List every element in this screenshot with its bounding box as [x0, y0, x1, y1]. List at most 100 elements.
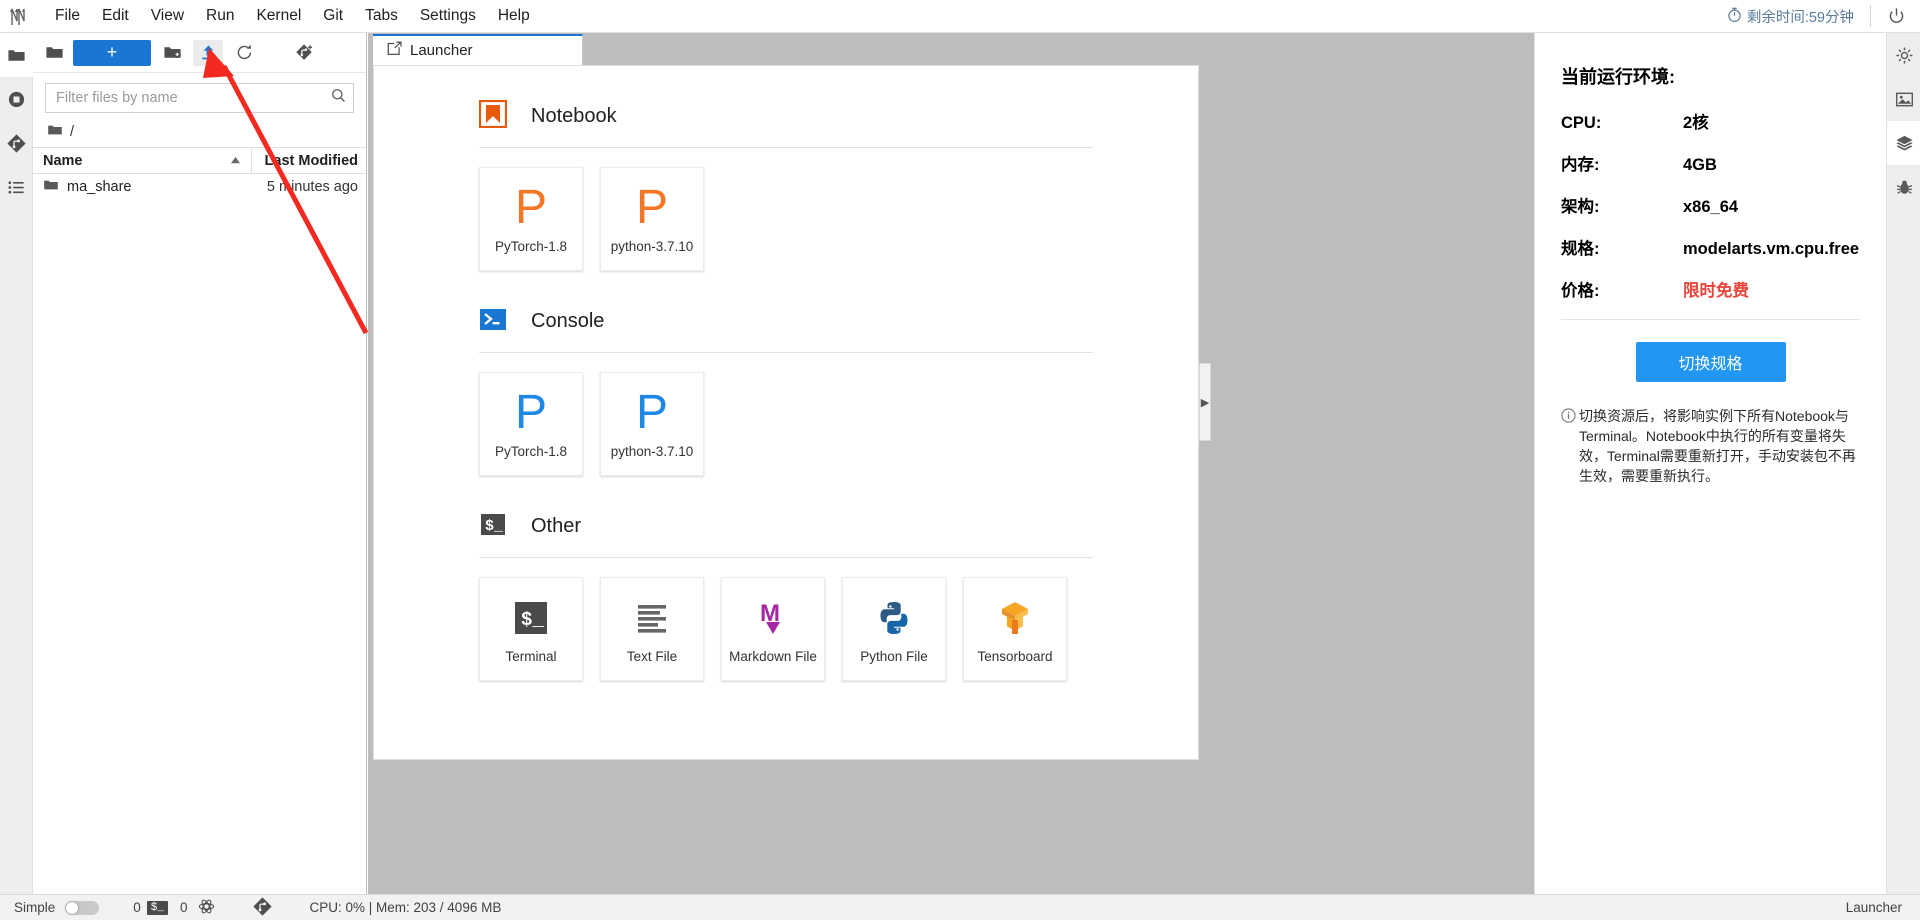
card-markdown-file[interactable]: M Markdown File [721, 577, 825, 681]
file-browser-toolbar: + [33, 33, 366, 73]
env-row-memory: 内存: 4GB [1561, 151, 1860, 175]
sidebar-item-image-panel[interactable] [1887, 77, 1920, 121]
section-header-console: Console [479, 305, 1093, 338]
expand-right-panel-handle[interactable]: ▶ [1199, 363, 1211, 441]
tensorboard-icon [995, 591, 1035, 645]
filter-files-box[interactable] [45, 83, 354, 113]
menu-item-git[interactable]: Git [312, 3, 354, 29]
section-divider [479, 352, 1093, 353]
sidebar-item-running[interactable] [0, 77, 33, 121]
kernel-P-icon: P [514, 386, 547, 439]
git-clone-button[interactable] [289, 40, 319, 66]
menu-item-help[interactable]: Help [487, 3, 541, 29]
column-header-name-label: Name [43, 152, 83, 169]
sidebar-item-property-inspector[interactable] [1887, 33, 1920, 77]
other-cards: $_ Terminal Text File M Markdown File Py… [479, 577, 1093, 681]
power-icon[interactable] [1887, 7, 1906, 26]
kernel-P-icon: P [514, 181, 547, 234]
kernel-P-icon: P [635, 386, 668, 439]
card-tensorboard[interactable]: Tensorboard [963, 577, 1067, 681]
new-folder-button[interactable] [157, 40, 187, 66]
sidebar-item-git[interactable] [0, 121, 33, 165]
menu-item-settings[interactable]: Settings [409, 3, 487, 29]
card-notebook-python[interactable]: P python-3.7.10 [600, 167, 704, 271]
panel-divider [1561, 319, 1860, 320]
env-key-flavor: 规格: [1561, 240, 1600, 258]
env-value-arch: x86_64 [1683, 198, 1739, 216]
python-icon [874, 591, 914, 645]
panel-title: 当前运行环境: [1561, 67, 1675, 87]
plus-icon: + [106, 42, 118, 62]
folder-icon [8, 49, 25, 61]
tab-launcher[interactable]: Launcher [373, 34, 583, 65]
env-value-cpu: 2核 [1683, 114, 1709, 132]
card-console-python[interactable]: P python-3.7.10 [600, 372, 704, 476]
upload-button[interactable] [193, 39, 223, 66]
env-key-cpu: CPU: [1561, 114, 1602, 132]
refresh-button[interactable] [229, 40, 259, 66]
terminal-icon: $_ [511, 591, 551, 645]
card-label: Text File [626, 649, 678, 664]
resource-usage-label: CPU: 0% | Mem: 203 / 4096 MB [309, 900, 502, 915]
card-text-file[interactable]: Text File [600, 577, 704, 681]
card-console-pytorch[interactable]: P PyTorch-1.8 [479, 372, 583, 476]
console-prompt-icon [479, 305, 507, 338]
env-row-price: 价格: 限时免费 [1561, 277, 1860, 301]
bug-icon [1896, 180, 1912, 194]
column-header-last-modified[interactable]: Last Modified [252, 153, 366, 169]
section-divider [479, 147, 1093, 148]
card-notebook-pytorch[interactable]: P PyTorch-1.8 [479, 167, 583, 271]
search-icon [330, 87, 347, 109]
remaining-time-label: 剩余时间:59分钟 [1746, 9, 1854, 26]
status-active-tab: Launcher [1845, 900, 1902, 915]
file-row-name: ma_share [67, 178, 132, 195]
git-diamond-icon[interactable] [252, 896, 272, 919]
menu-item-run[interactable]: Run [195, 3, 245, 29]
markdown-icon: M [753, 591, 793, 645]
env-key-price: 价格: [1561, 282, 1600, 300]
new-launcher-button[interactable]: + [73, 39, 151, 66]
breadcrumb[interactable]: / [33, 117, 366, 147]
status-bar: Simple 0 $_ 0 CPU: 0% | Mem: 203 / 4096 … [0, 894, 1920, 920]
table-row[interactable]: ma_share 5 minutes ago [33, 174, 366, 199]
kernel-P-icon: P [635, 181, 668, 234]
git-diamond-icon [7, 133, 26, 153]
stop-circle-icon [8, 91, 25, 107]
menu-item-view[interactable]: View [140, 3, 195, 29]
simple-mode-toggle[interactable] [65, 900, 100, 915]
toggle-knob [66, 901, 79, 914]
chevron-right-icon: ▶ [1200, 396, 1210, 409]
section-divider [479, 557, 1093, 558]
sidebar-item-debugger[interactable] [1887, 165, 1920, 209]
sidebar-item-extension-manager[interactable] [1887, 121, 1920, 165]
menu-item-file[interactable]: File [44, 3, 91, 29]
tab-launcher-label: Launcher [410, 42, 473, 59]
breadcrumb-root[interactable]: / [70, 124, 74, 140]
menu-item-edit[interactable]: Edit [91, 3, 140, 29]
info-circle-icon [1561, 406, 1576, 486]
gear-sliders-icon [1896, 47, 1912, 63]
column-header-name[interactable]: Name [33, 148, 252, 173]
folder-icon [43, 177, 59, 197]
upload-icon [201, 45, 215, 60]
section-title-notebook: Notebook [531, 105, 617, 127]
sidebar-item-file-browser[interactable] [0, 33, 33, 77]
filter-files-input[interactable] [56, 90, 330, 106]
card-label: Tensorboard [977, 649, 1053, 664]
kernel-circle-icon [198, 898, 215, 918]
switch-flavor-button[interactable]: 切换规格 [1635, 342, 1786, 382]
section-header-notebook: Notebook [478, 99, 1093, 133]
launcher-icon [387, 41, 402, 60]
file-row-modified: 5 minutes ago [266, 178, 358, 195]
menu-item-kernel[interactable]: Kernel [245, 3, 312, 29]
environment-info-panel: 当前运行环境: CPU: 2核 内存: 4GB 架构: x86_64 规格: m… [1534, 33, 1886, 920]
sidebar-item-toc[interactable] [0, 165, 33, 209]
terminal-count-group[interactable]: 0 $_ 0 [133, 898, 214, 918]
text-file-icon [632, 591, 672, 645]
card-python-file[interactable]: Python File [842, 577, 946, 681]
status-left-group: Simple 0 $_ 0 CPU: 0% | Mem: 203 / 4096 … [0, 896, 502, 919]
card-label: Python File [860, 649, 928, 664]
sort-ascending-icon [230, 153, 241, 169]
menu-item-tabs[interactable]: Tabs [354, 3, 409, 29]
card-terminal[interactable]: $_ Terminal [479, 577, 583, 681]
